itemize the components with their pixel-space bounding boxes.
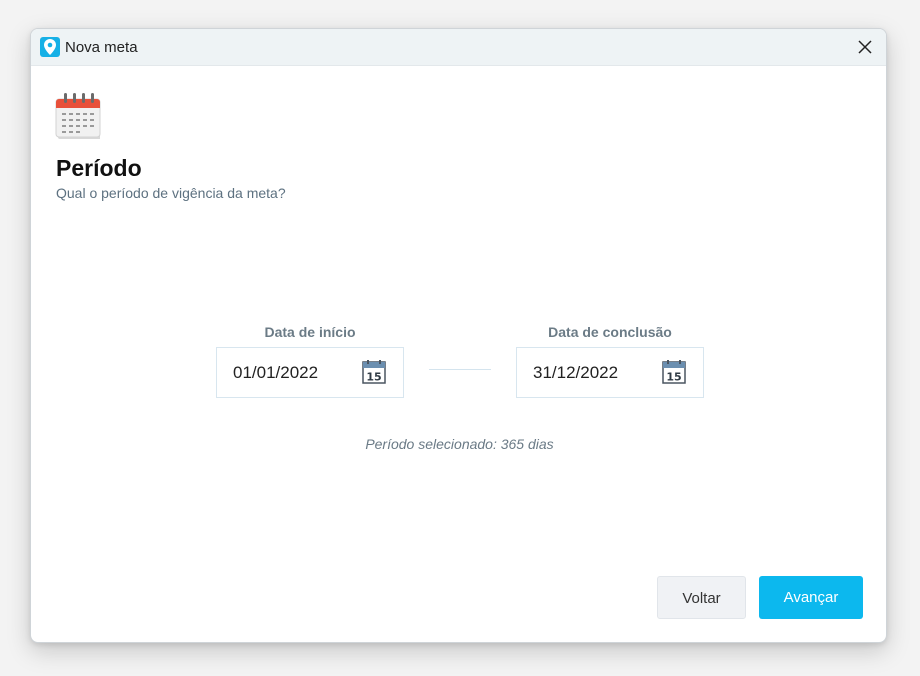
end-date-value: 31/12/2022 (533, 363, 619, 382)
dialog-window: Nova meta Período Qual o período de vigê… (30, 28, 887, 643)
page-subtitle: Qual o período de vigência da meta? (56, 185, 286, 201)
start-date-label: Data de início (264, 324, 356, 340)
back-button[interactable]: Voltar (657, 576, 746, 619)
close-button[interactable] (852, 34, 878, 60)
title-bar: Nova meta (31, 29, 886, 66)
close-icon (858, 40, 872, 54)
page-title: Período (56, 155, 142, 181)
calendar-day-text: 15 (366, 371, 381, 384)
date-range-divider (429, 369, 491, 370)
end-date-label: Data de conclusão (548, 324, 672, 340)
start-date-value: 01/01/2022 (233, 363, 319, 382)
calendar-15-icon[interactable]: 15 (362, 360, 386, 384)
window-title: Nova meta (65, 39, 138, 56)
location-pin-icon (40, 37, 60, 57)
calendar-15-icon[interactable]: 15 (662, 360, 686, 384)
next-button[interactable]: Avançar (759, 576, 863, 619)
selected-period-text: Período selecionado: 365 dias (365, 436, 554, 452)
start-date-field[interactable]: 01/01/2022 15 (216, 347, 404, 398)
calendar-icon (54, 89, 106, 141)
end-date-field[interactable]: 31/12/2022 15 (516, 347, 704, 398)
calendar-day-text: 15 (666, 371, 681, 384)
